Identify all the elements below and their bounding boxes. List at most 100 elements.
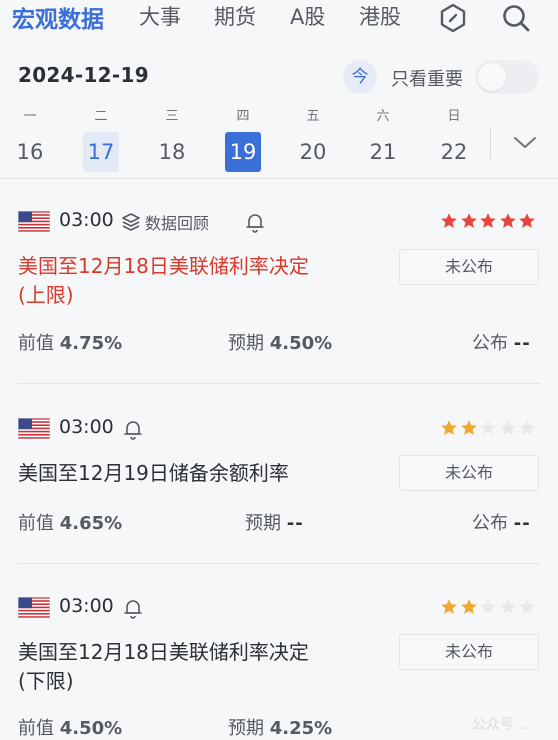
data-review-label: 数据回顾 [145,214,210,233]
weekday-label: 日 [447,109,461,124]
data-review-link[interactable]: 数据回顾 [121,211,209,233]
previous-label: 前值 [18,513,54,534]
previous-label: 前值 [18,333,54,354]
tab-futures[interactable]: 期货 [214,1,256,31]
event-title-line1: 美国至12月19日储备余额利率 [18,461,289,485]
day-number: 18 [158,140,186,164]
star-icon [480,599,496,614]
day-22[interactable]: 日 22 [435,106,473,172]
forecast-value: 预期 4.25% [228,714,332,740]
status-button[interactable]: 未公布 [399,634,539,670]
current-date[interactable]: 2024-12-19 [18,63,149,87]
previous-value: 前值 4.50% [18,714,122,740]
chevron-down-icon[interactable] [510,130,540,154]
day-number: 19 [225,132,261,172]
week-divider [490,127,491,159]
us-flag-icon [18,211,50,232]
actual-number: -- [513,333,531,354]
previous-number: 4.75% [59,333,123,354]
forecast-value: 预期 4.50% [228,329,332,355]
us-flag-icon [18,418,50,439]
weekday-label: 二 [94,109,108,124]
star-icon [499,420,516,435]
tab-a-shares[interactable]: A股 [290,1,325,31]
star-icon [460,599,477,614]
weekday-label: 五 [306,109,320,124]
weekday-label: 一 [23,109,37,124]
event-divider [18,383,540,384]
toggle-knob [478,63,506,91]
day-18[interactable]: 三 18 [153,106,191,172]
star-icon [499,213,516,228]
forecast-label: 预期 [228,333,264,354]
header-divider [0,178,558,179]
importance-stars [440,598,538,616]
layers-icon [122,213,140,231]
actual-label: 公布 [472,513,508,534]
forecast-value: 预期 -- [245,509,304,535]
event-title-line2: (上限) [18,283,74,307]
tab-events[interactable]: 大事 [139,1,181,31]
day-number: 17 [83,132,119,172]
bell-icon[interactable] [244,211,266,233]
star-icon [441,213,457,228]
day-16[interactable]: 一 16 [11,106,49,172]
hexagon-icon[interactable] [437,2,469,34]
forecast-number: -- [286,513,304,534]
bell-icon[interactable] [122,418,144,440]
day-17[interactable]: 二 17 [82,106,120,172]
star-icon [480,213,496,228]
day-19[interactable]: 四 19 [224,106,262,172]
event-title-line1: 美国至12月18日美联储利率决定 [18,254,309,278]
previous-value: 前值 4.75% [18,329,122,355]
forecast-number: 4.50% [269,333,333,354]
star-icon [499,599,516,614]
tab-hk-stocks[interactable]: 港股 [359,1,401,31]
previous-value: 前值 4.65% [18,509,122,535]
today-button[interactable]: 今 [343,60,377,94]
event-title[interactable]: 美国至12月18日美联储利率决定 (下限) [18,638,388,696]
day-21[interactable]: 六 21 [364,106,402,172]
importance-stars [440,419,538,437]
star-icon [460,420,477,435]
event-title-line2: (下限) [18,669,74,693]
event-divider [18,563,540,564]
star-icon [460,213,477,228]
forecast-number: 4.25% [269,718,333,739]
day-number: 16 [16,140,44,164]
actual-label: 公布 [472,333,508,354]
us-flag-icon [18,597,50,618]
status-button[interactable]: 未公布 [399,249,539,285]
actual-number: -- [513,513,531,534]
weekday-label: 四 [236,109,250,124]
event-title[interactable]: 美国至12月18日美联储利率决定 (上限) [18,252,388,310]
importance-stars [440,212,538,230]
star-icon [441,420,457,435]
important-only-label: 只看重要 [391,69,463,90]
event-time: 03:00 [59,416,114,438]
previous-label: 前值 [18,718,54,739]
important-only-toggle[interactable] [475,60,539,94]
star-icon [480,420,496,435]
search-icon[interactable] [500,2,532,34]
forecast-label: 预期 [228,718,264,739]
bell-icon[interactable] [122,597,144,619]
day-number: 21 [369,140,397,164]
event-title-line1: 美国至12月18日美联储利率决定 [18,640,309,664]
star-icon [519,599,536,614]
day-number: 20 [299,140,327,164]
star-icon [519,213,536,228]
event-time: 03:00 [59,209,114,231]
status-button[interactable]: 未公布 [399,455,539,491]
day-20[interactable]: 五 20 [294,106,332,172]
top-nav: 宏观数据 大事 期货 A股 港股 [0,0,558,40]
star-icon [441,599,457,614]
previous-number: 4.50% [59,718,123,739]
event-title[interactable]: 美国至12月19日储备余额利率 [18,459,388,488]
actual-value: 公布 -- [472,509,531,535]
forecast-label: 预期 [245,513,281,534]
watermark: 公众号... [472,717,528,733]
tab-macro-data[interactable]: 宏观数据 [12,0,104,34]
previous-number: 4.65% [59,513,123,534]
event-time: 03:00 [59,595,114,617]
